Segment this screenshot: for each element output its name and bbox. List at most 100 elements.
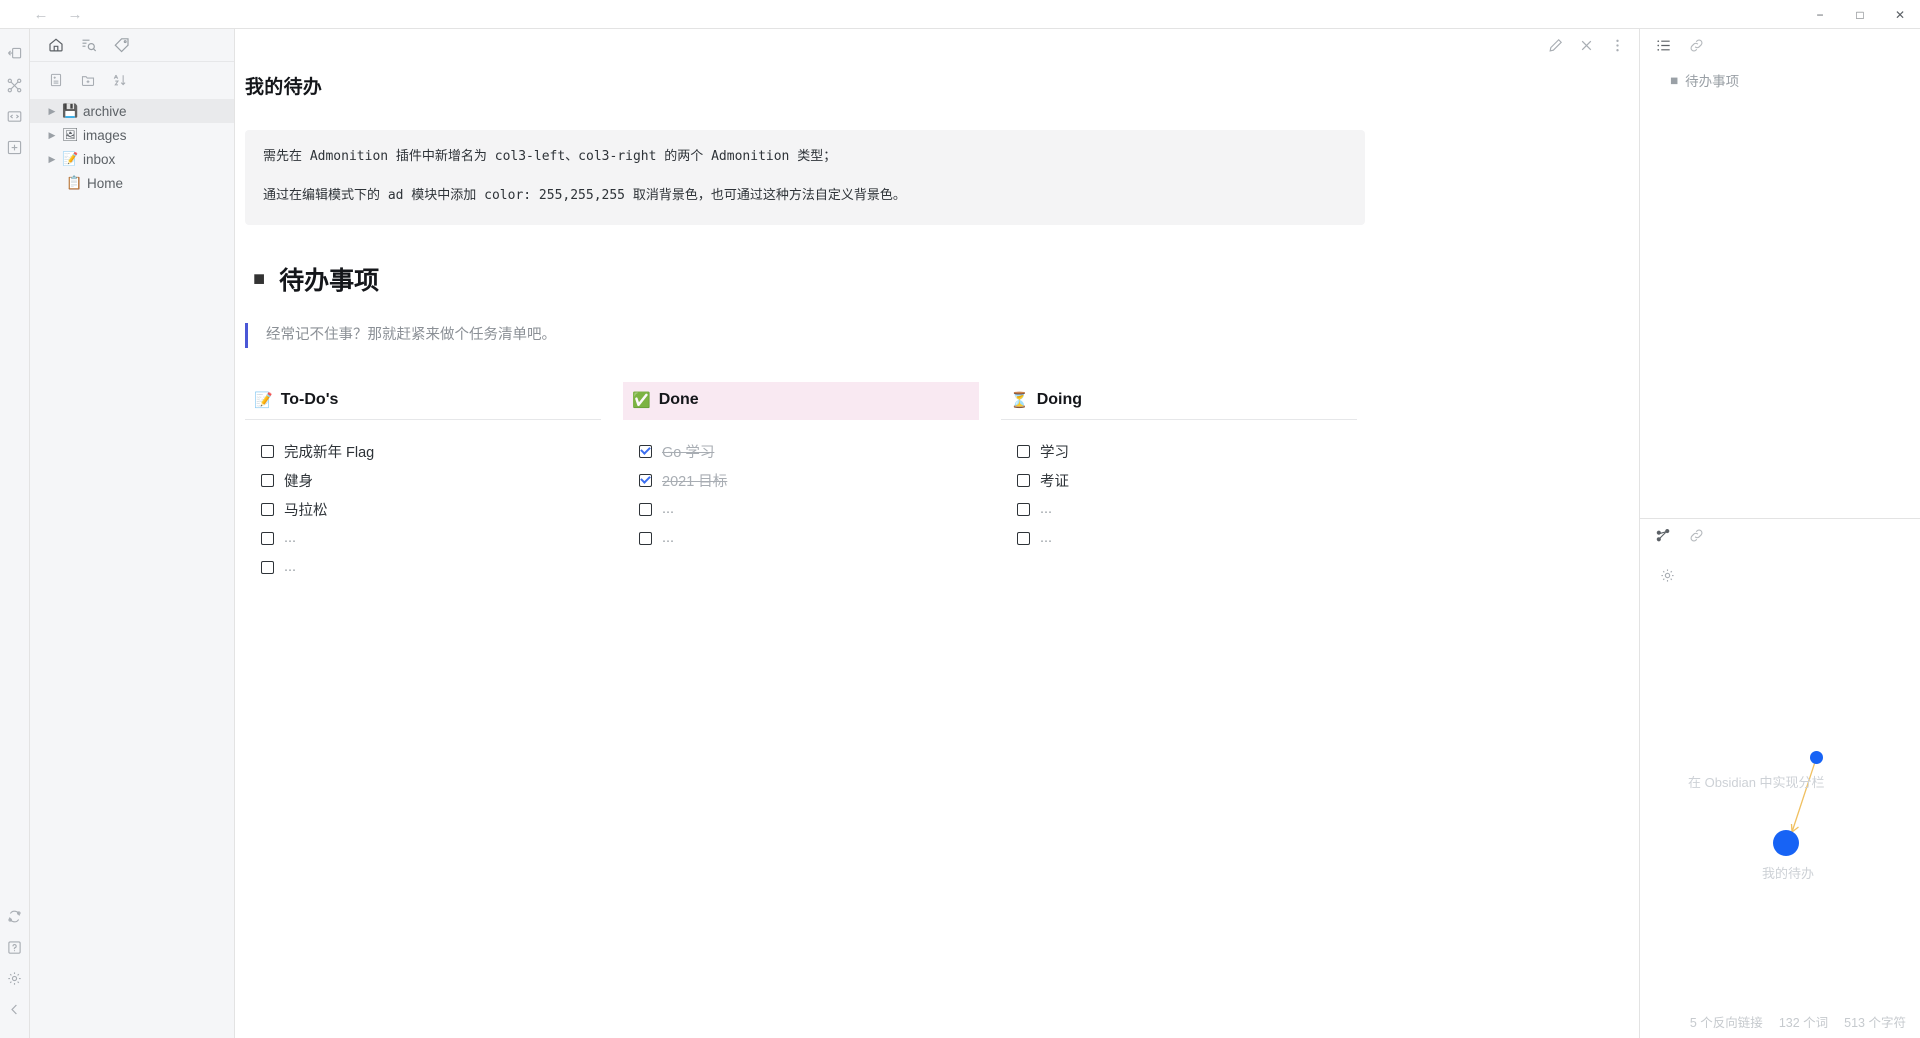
graph-canvas[interactable]: 在 Obsidian 中实现分栏 我的待办 <box>1640 519 1920 1038</box>
task-checkbox[interactable] <box>261 502 274 516</box>
explorer-toolbar <box>30 62 234 98</box>
task-label: ... <box>662 501 675 518</box>
file-explorer-tab[interactable] <box>48 37 64 53</box>
heading-square-icon: ■ <box>253 267 266 290</box>
sort-icon[interactable] <box>113 73 127 87</box>
help-icon[interactable] <box>3 934 27 960</box>
admonition-line-2: 通过在编辑模式下的 ad 模块中添加 color: 255,255,255 取消… <box>263 188 906 204</box>
left-ribbon <box>0 29 30 1038</box>
task-checkbox[interactable] <box>1017 502 1030 516</box>
task-checkbox[interactable] <box>1017 473 1030 487</box>
admonition-block: 需先在 Admonition 插件中新增名为 col3-left、col3-ri… <box>245 130 1365 226</box>
tree-item-label: images <box>83 127 127 143</box>
minimize-button[interactable]: − <box>1800 0 1840 29</box>
edit-pencil-icon[interactable] <box>1548 38 1563 53</box>
task-item[interactable]: ... <box>261 524 601 553</box>
graph-node-small[interactable] <box>1810 751 1823 764</box>
maximize-button[interactable]: □ <box>1840 0 1880 29</box>
tags-tab[interactable] <box>114 37 130 53</box>
new-pane-icon[interactable] <box>3 134 27 160</box>
task-checkbox[interactable] <box>261 531 274 545</box>
kanban-columns: 📝 To-Do's 完成新年 Flag 健身 马拉松 ... ... ✅ Don… <box>245 381 1365 582</box>
chevron-right-icon[interactable]: ▶ <box>46 106 58 117</box>
outline-tab[interactable] <box>1656 38 1671 53</box>
task-item[interactable]: ... <box>1017 495 1357 524</box>
more-options-icon[interactable] <box>1610 38 1625 53</box>
character-count: 513 个字符 <box>1844 1016 1906 1030</box>
right-sidebar: ■ 待办事项 在 Obsidian 中实现分栏 我的待办 5 个反向链接 132… <box>1639 29 1920 1038</box>
task-checkbox[interactable] <box>639 473 652 487</box>
column-title: Done <box>658 390 699 408</box>
section-heading: ■ 待办事项 <box>253 261 1365 297</box>
task-item[interactable]: 学习 <box>1017 437 1357 466</box>
graph-node-label: 我的待办 <box>1762 866 1815 881</box>
task-checkbox[interactable] <box>639 502 652 516</box>
column-todos: 📝 To-Do's 完成新年 Flag 健身 马拉松 ... ... <box>245 382 601 582</box>
chevron-right-icon[interactable]: ▶ <box>46 154 58 165</box>
close-window-button[interactable]: ✕ <box>1880 0 1920 29</box>
task-label: ... <box>1040 530 1053 547</box>
folder-emoji: 📝 <box>62 151 79 166</box>
folder-emoji: 💾 <box>62 103 79 118</box>
editor-header <box>235 29 1639 62</box>
back-button[interactable]: ← <box>30 3 52 25</box>
tree-item-label: archive <box>83 103 127 119</box>
chevron-right-icon[interactable]: ▶ <box>46 130 58 141</box>
tree-item-images[interactable]: ▶ 🖼 images <box>30 123 234 147</box>
open-note-in-new-pane-icon[interactable] <box>3 41 27 67</box>
task-item[interactable]: ... <box>261 553 601 582</box>
outline-square-icon: ■ <box>1670 72 1679 88</box>
task-item[interactable]: 2021 目标 <box>639 466 979 495</box>
search-tab[interactable] <box>81 37 97 53</box>
task-checkbox[interactable] <box>261 560 274 574</box>
task-item[interactable]: 完成新年 Flag <box>261 437 601 466</box>
hourglass-emoji-icon: ⏳ <box>1010 391 1029 409</box>
settings-icon[interactable] <box>3 965 27 991</box>
task-checkbox[interactable] <box>639 444 652 458</box>
outline-tab-bar <box>1640 29 1920 62</box>
word-count: 132 个词 <box>1778 1016 1829 1030</box>
task-checkbox[interactable] <box>261 444 274 458</box>
task-label: ... <box>284 530 297 547</box>
tree-item-archive[interactable]: ▶ 💾 archive <box>30 99 234 123</box>
page-title: 我的待办 <box>245 77 323 98</box>
column-title: To-Do's <box>280 390 339 408</box>
note-inner: 我的待办 需先在 Admonition 插件中新增名为 col3-left、co… <box>235 72 1365 582</box>
task-label: Go 学习 <box>662 444 715 461</box>
task-checkbox[interactable] <box>1017 531 1030 545</box>
task-checkbox[interactable] <box>1017 444 1030 458</box>
collapse-sidebar-icon[interactable] <box>3 996 27 1022</box>
outline-item[interactable]: ■ 待办事项 <box>1640 62 1920 90</box>
task-list: 学习 考证 ... ... <box>1001 420 1357 553</box>
task-item[interactable]: ... <box>1017 524 1357 553</box>
task-list: Go 学习 2021 目标 ... ... <box>623 420 979 553</box>
column-title: Doing <box>1036 390 1083 408</box>
main-editor-pane: 我的待办 需先在 Admonition 插件中新增名为 col3-left、co… <box>235 29 1639 1038</box>
source-code-icon[interactable] <box>3 103 27 129</box>
task-item[interactable]: 健身 <box>261 466 601 495</box>
new-note-icon[interactable] <box>49 73 63 87</box>
backlink-count: 5 个反向链接 <box>1689 1016 1763 1030</box>
task-item[interactable]: Go 学习 <box>639 437 979 466</box>
tree-item-home[interactable]: ▶ 📋 Home <box>30 171 234 195</box>
graph-node-label: 在 Obsidian 中实现分栏 <box>1688 775 1825 790</box>
tree-item-inbox[interactable]: ▶ 📝 inbox <box>30 147 234 171</box>
blockquote: 经常记不住事？那就赶紧来做个任务清单吧。 <box>245 323 1365 348</box>
close-icon[interactable] <box>1579 38 1594 53</box>
check-mark-emoji-icon: ✅ <box>632 391 651 409</box>
task-item[interactable]: 马拉松 <box>261 495 601 524</box>
backlinks-tab[interactable] <box>1689 38 1704 53</box>
forward-button[interactable]: → <box>64 3 86 25</box>
task-checkbox[interactable] <box>639 531 652 545</box>
task-checkbox[interactable] <box>261 473 274 487</box>
title-bar: ← → − □ ✕ <box>0 0 1920 29</box>
task-item[interactable]: 考证 <box>1017 466 1357 495</box>
graph-view-icon[interactable] <box>3 72 27 98</box>
task-item[interactable]: ... <box>639 495 979 524</box>
graph-node-large[interactable] <box>1773 830 1799 856</box>
folder-emoji: 🖼 <box>62 127 79 142</box>
task-label: ... <box>284 559 297 576</box>
new-folder-icon[interactable] <box>81 73 95 87</box>
sync-icon[interactable] <box>3 903 27 929</box>
task-item[interactable]: ... <box>639 524 979 553</box>
